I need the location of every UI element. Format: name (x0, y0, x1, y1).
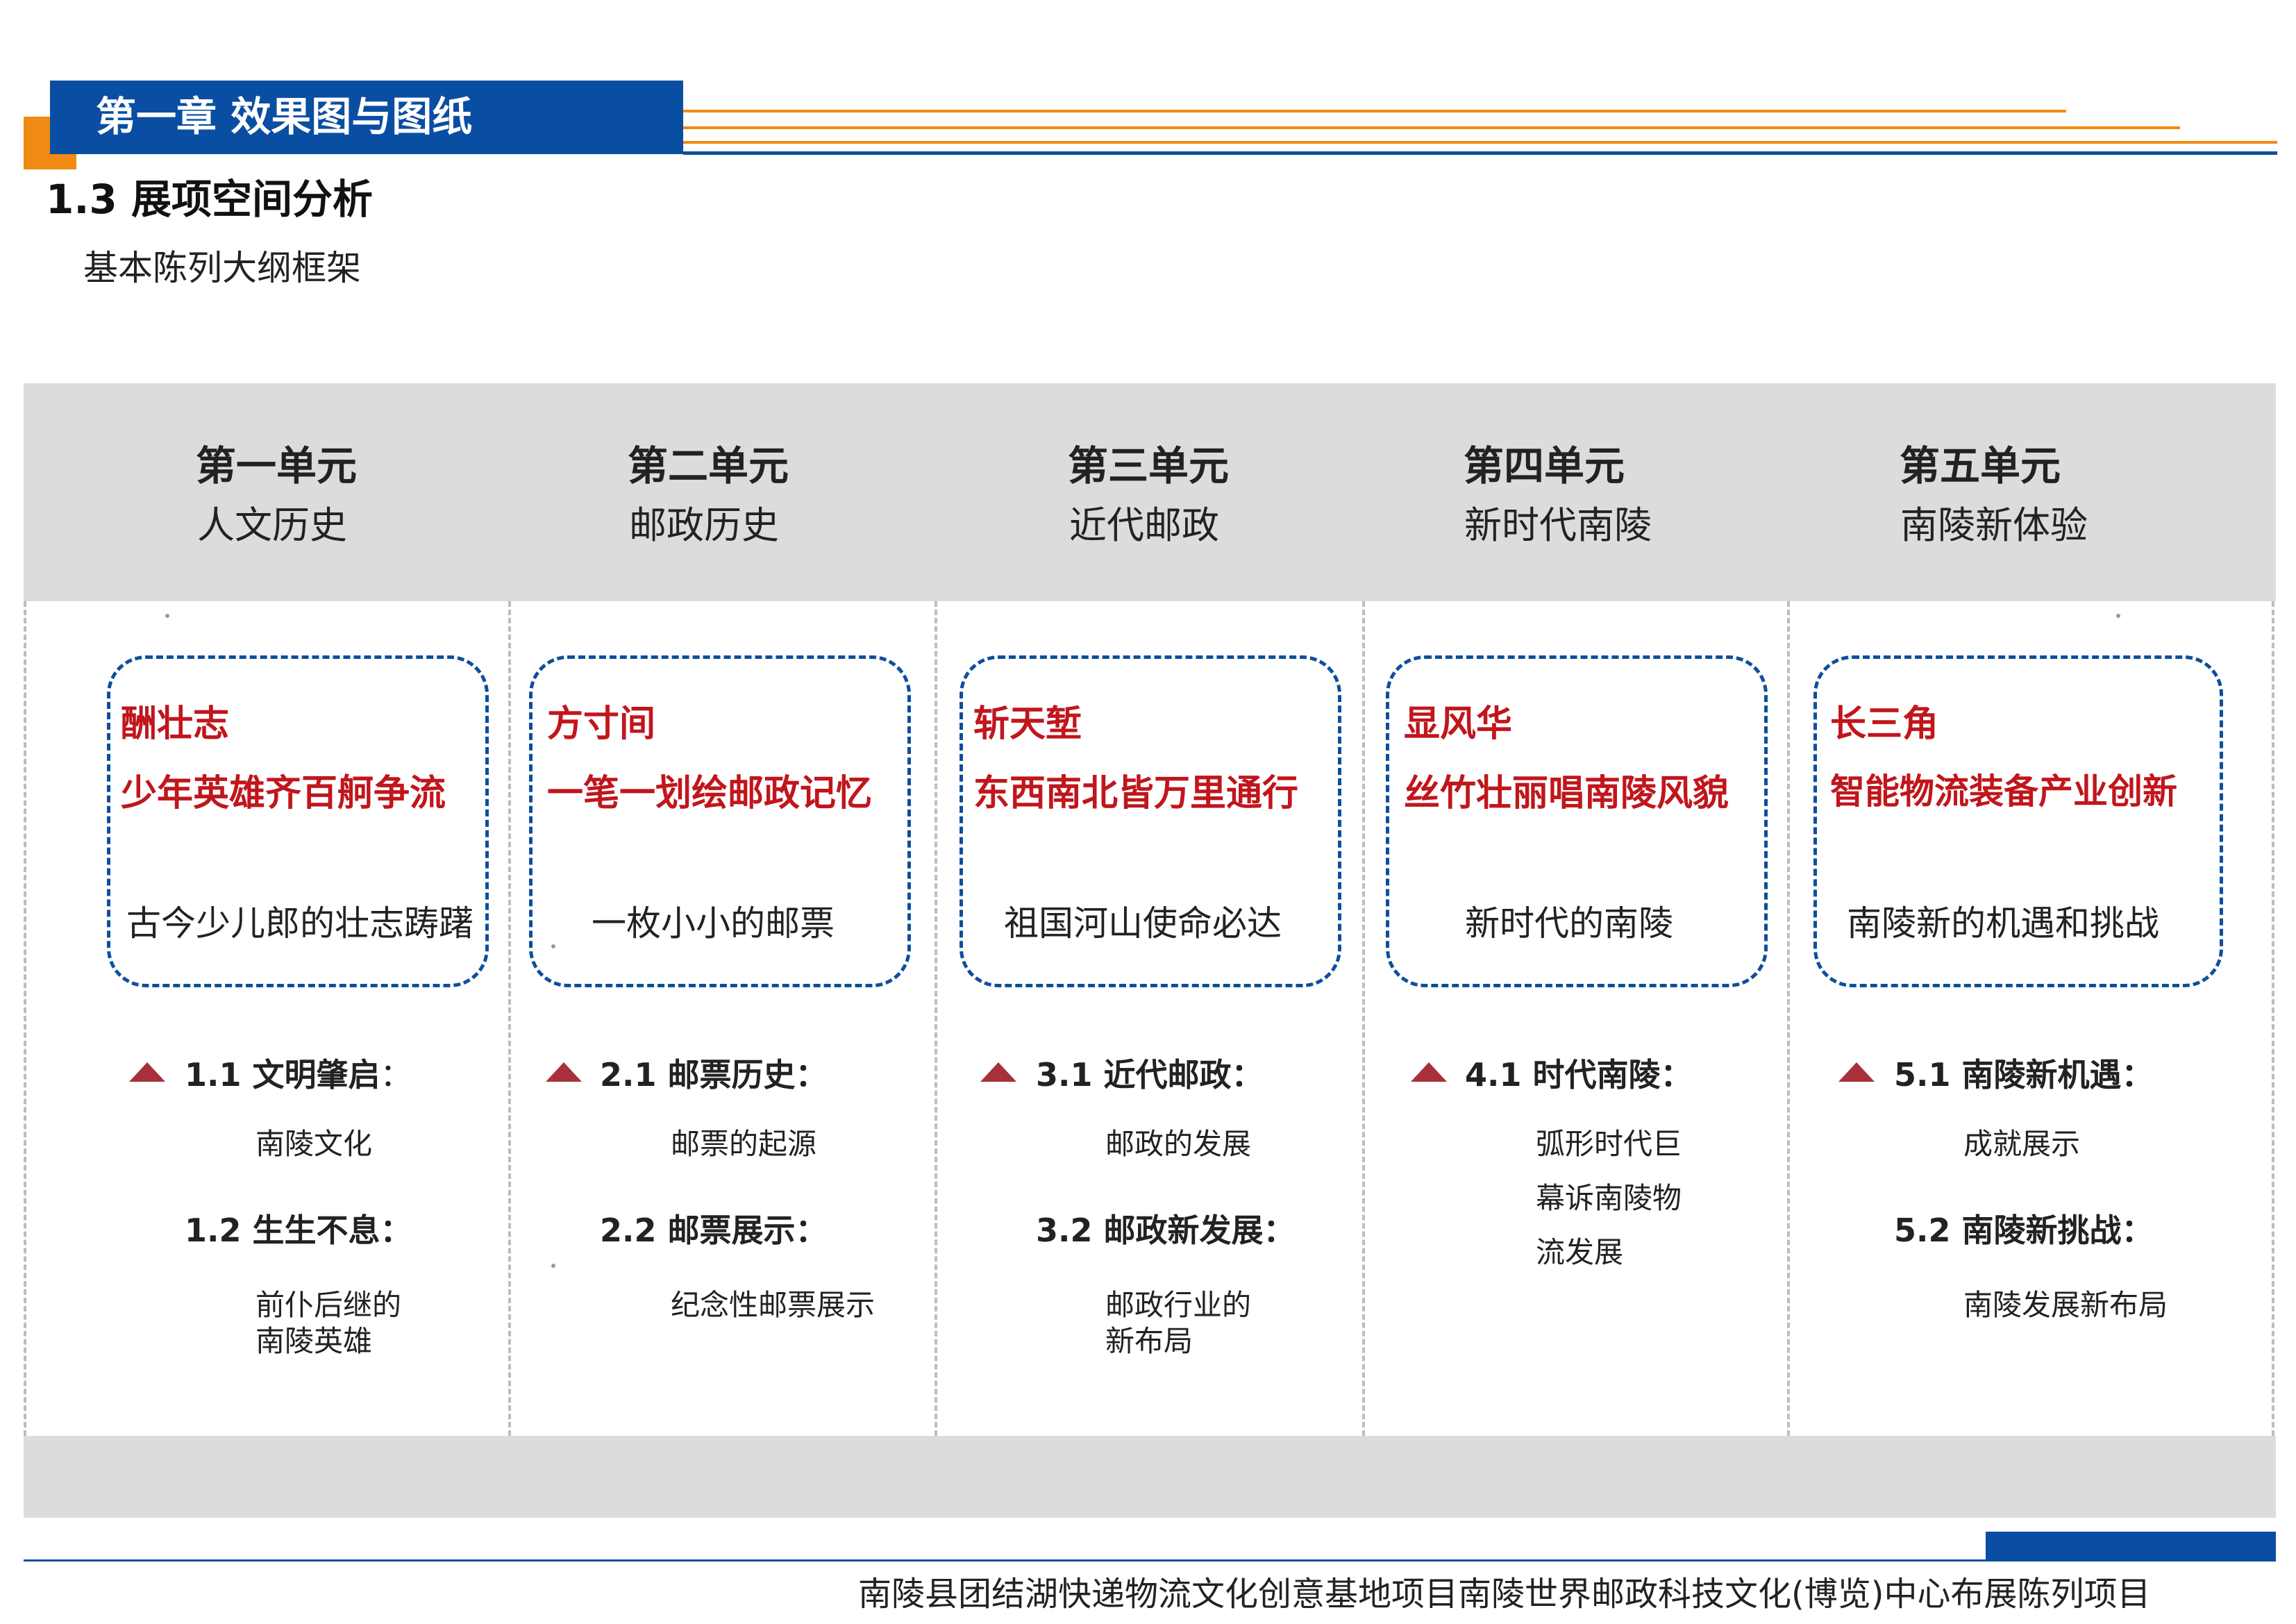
decorative-dot (165, 614, 169, 618)
unit-1-theme-slogan: 少年英雄齐百舸争流 (121, 773, 446, 814)
unit-4-title: 第四单元 (1463, 442, 1625, 489)
unit-1-section-2-body-line2: 南陵英雄 (255, 1324, 373, 1358)
unit-2-section-2-body: 纪念性邮票展示 (671, 1288, 875, 1322)
header-rule-orange-2 (683, 126, 2180, 129)
unit-5-subtitle: 南陵新体验 (1900, 503, 2088, 547)
unit-3-title: 第三单元 (1067, 442, 1229, 489)
column-divider (2272, 601, 2274, 1436)
unit-3-theme-slogan: 东西南北皆万里通行 (973, 773, 1299, 814)
unit-4-theme-title: 显风华 (1404, 703, 1513, 745)
unit-3-section-2-body-line2: 新布局 (1105, 1324, 1193, 1358)
unit-header-band (24, 383, 2276, 601)
unit-1-theme-desc: 古今少儿郎的壮志踌躇 (126, 903, 474, 944)
unit-4-section-1-body-line2: 幕诉南陵物 (1536, 1181, 1682, 1215)
unit-5-section-1-heading: 5.1 南陵新机遇： (1894, 1056, 2154, 1094)
unit-1-theme-title: 酬壮志 (121, 703, 230, 745)
unit-1-section-1-heading: 1.1 文明肇启： (185, 1050, 412, 1096)
unit-5-section-2-heading: 5.2 南陵新挑战： (1894, 1212, 2154, 1249)
unit-3-section-1-heading: 3.1 近代邮政： (1036, 1056, 1264, 1094)
triangle-up-icon (546, 1062, 582, 1082)
unit-5-section-2-body: 南陵发展新布局 (1963, 1288, 2168, 1322)
unit-1-title: 第一单元 (195, 442, 357, 489)
column-divider (24, 601, 26, 1436)
unit-2-theme-title: 方寸间 (547, 703, 656, 745)
unit-2-section-2-heading: 2.2 邮票展示： (600, 1212, 828, 1249)
unit-4-subtitle: 新时代南陵 (1464, 503, 1652, 547)
unit-3-section-2-heading: 3.2 邮政新发展： (1036, 1212, 1296, 1249)
triangle-up-icon (1838, 1062, 1875, 1082)
unit-3-theme-title: 斩天堑 (973, 703, 1082, 745)
unit-4-theme-desc: 新时代的南陵 (1465, 903, 1673, 944)
decorative-dot (2116, 614, 2120, 618)
section-subtitle: 基本陈列大纲框架 (83, 248, 361, 288)
triangle-up-icon (129, 1062, 165, 1082)
triangle-up-icon (980, 1062, 1016, 1082)
column-divider (1362, 601, 1365, 1436)
unit-2-theme-slogan: 一笔一划绘邮政记忆 (547, 773, 873, 814)
triangle-up-icon (1411, 1062, 1447, 1082)
unit-3-theme-desc: 祖国河山使命必达 (1004, 903, 1282, 944)
unit-2-title: 第二单元 (627, 442, 789, 489)
header-rule-orange-1 (683, 110, 2066, 112)
unit-5-section-1-body: 成就展示 (1963, 1127, 2081, 1161)
unit-1-section-2-body-line1: 前仆后继的 (255, 1288, 402, 1322)
unit-2-theme-desc: 一枚小小的邮票 (592, 903, 835, 944)
unit-4-section-1-body-line3: 流发展 (1536, 1235, 1624, 1269)
header-rule-orange-3 (683, 141, 2277, 144)
unit-3-section-2-body-line1: 邮政行业的 (1105, 1288, 1252, 1322)
column-divider (935, 601, 937, 1436)
chapter-title: 第一章 效果图与图纸 (96, 93, 473, 140)
decorative-dot (551, 1264, 555, 1268)
column-divider (1787, 601, 1790, 1436)
header-rule-blue (683, 151, 2277, 155)
unit-3-section-1-body: 邮政的发展 (1105, 1127, 1252, 1161)
unit-1-section-1-title: 1.1 文明肇启 (185, 1056, 380, 1094)
section-title: 1.3 展项空间分析 (46, 176, 373, 223)
unit-1-section-1-colon: ： (380, 1056, 412, 1094)
footer-rule (24, 1559, 2276, 1562)
footer-project-name: 南陵县团结湖快递物流文化创意基地项目南陵世界邮政科技文化(博览)中心布展陈列项目 (858, 1575, 2151, 1614)
unit-4-theme-slogan: 丝竹壮丽唱南陵风貌 (1404, 773, 1729, 814)
unit-2-subtitle: 邮政历史 (629, 503, 779, 547)
unit-4-section-1-body-line1: 弧形时代巨 (1536, 1127, 1682, 1161)
unit-1-section-1-body: 南陵文化 (255, 1127, 373, 1161)
footer-accent-block (1986, 1532, 2276, 1561)
unit-2-section-1-heading: 2.1 邮票历史： (600, 1056, 828, 1094)
unit-5-theme-slogan: 智能物流装备产业创新 (1830, 771, 2177, 812)
unit-1-subtitle: 人文历史 (197, 503, 347, 547)
unit-5-theme-title: 长三角 (1830, 703, 1939, 745)
unit-5-theme-desc: 南陵新的机遇和挑战 (1847, 903, 2159, 944)
bottom-band (24, 1436, 2276, 1518)
unit-5-title: 第五单元 (1899, 442, 2061, 489)
unit-2-section-1-body: 邮票的起源 (671, 1127, 817, 1161)
unit-4-section-1-heading: 4.1 时代南陵： (1465, 1056, 1693, 1094)
column-divider (508, 601, 511, 1436)
unit-1-section-2-heading: 1.2 生生不息： (185, 1212, 412, 1249)
unit-3-subtitle: 近代邮政 (1069, 503, 1219, 547)
